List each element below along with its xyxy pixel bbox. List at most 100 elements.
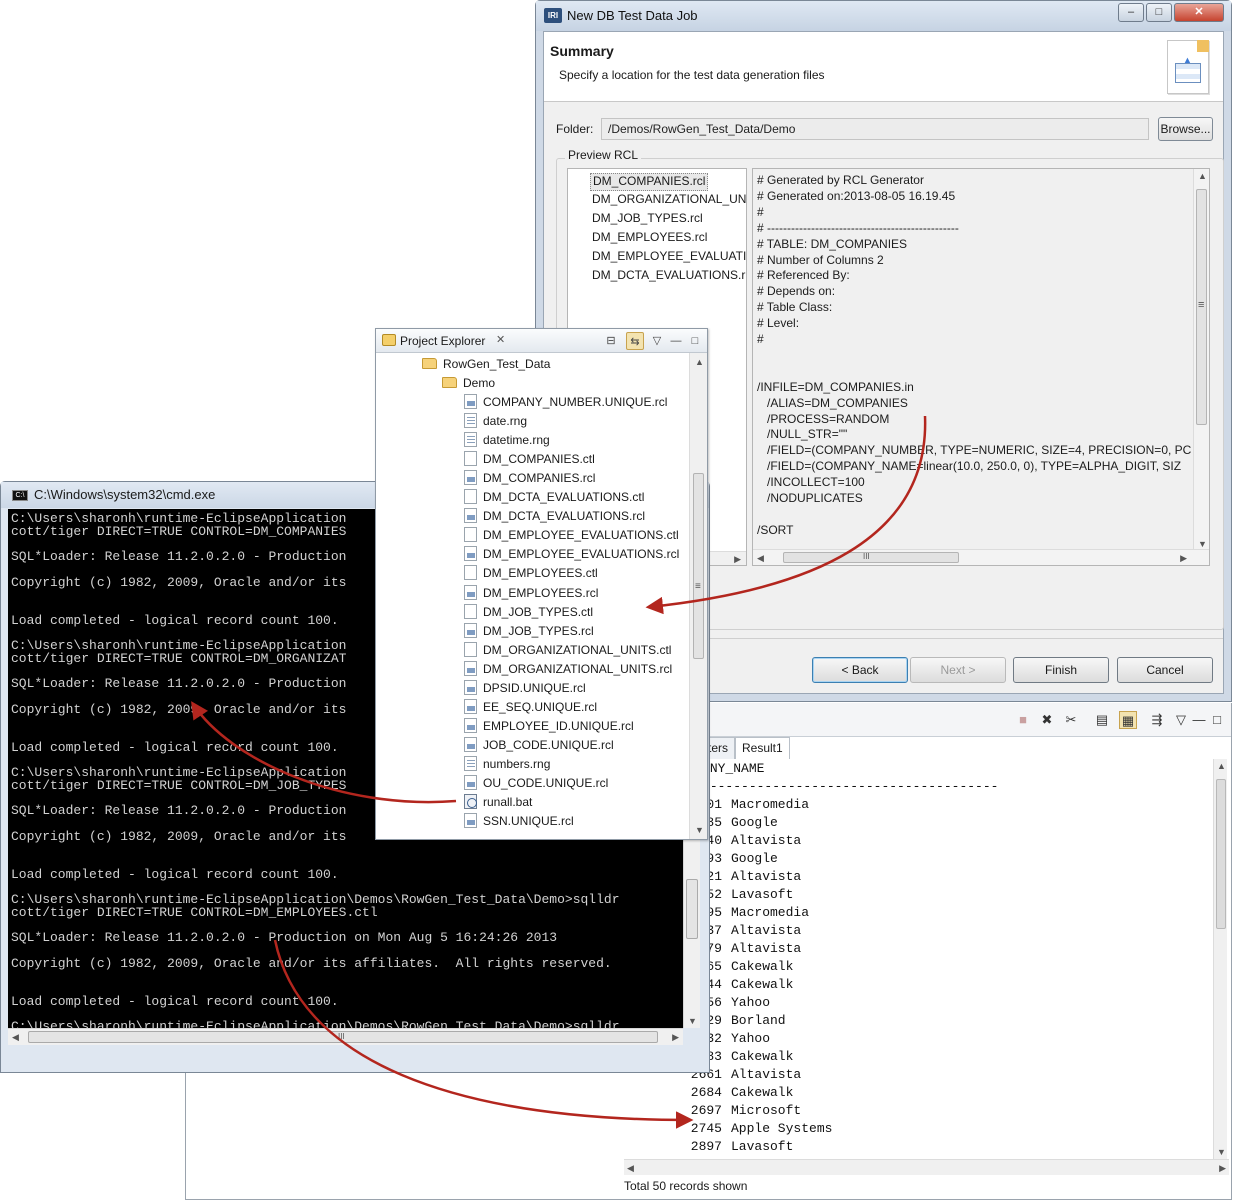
remove-icon[interactable]: ✖ — [1038, 711, 1056, 729]
tree-file-item[interactable]: DM_EMPLOYEES.rcl — [464, 584, 598, 603]
rcl-file-icon — [464, 698, 477, 714]
rcl-file-icon — [464, 508, 477, 524]
console-line: C:\Users\sharonh\runtime-EclipseApplicat… — [11, 1019, 620, 1028]
console-horizontal-scrollbar[interactable]: ◀ III ▶ — [8, 1028, 683, 1045]
rcl-file-icon — [464, 775, 477, 790]
scroll-up-icon[interactable]: ▲ — [1198, 171, 1207, 181]
explorer-header: Project Explorer ✕ ⊟ ⇆ ▽ — □ — [376, 329, 707, 353]
scroll-right-icon[interactable]: ▶ — [672, 1032, 679, 1043]
next-button[interactable]: Next > — [910, 657, 1006, 683]
view-menu-icon[interactable]: ▽ — [648, 332, 666, 350]
close-button[interactable]: ✕ — [1174, 3, 1224, 22]
scroll-up-icon[interactable]: ▲ — [1217, 761, 1226, 771]
collapse-all-icon[interactable]: ⊟ — [602, 332, 620, 350]
scroll-thumb[interactable] — [1216, 779, 1226, 929]
rcl-file-item[interactable]: DM_JOB_TYPES.rcl — [592, 211, 703, 229]
close-view-icon[interactable]: ✕ — [496, 333, 505, 346]
company-name-cell: Macromedia — [731, 797, 810, 812]
stop-icon[interactable]: ■ — [1014, 711, 1032, 729]
tree-file-item[interactable]: DM_EMPLOYEE_EVALUATIONS.ctl — [464, 526, 679, 545]
cancel-button[interactable]: Cancel — [1117, 657, 1213, 683]
rcl-vertical-scrollbar[interactable]: ▲ ≡ ▼ — [1193, 169, 1209, 551]
tree-file-item[interactable]: DPSID.UNIQUE.rcl — [464, 679, 586, 698]
window-titlebar[interactable]: IRI New DB Test Data Job – □ ✕ — [536, 1, 1231, 31]
explorer-title[interactable]: Project Explorer — [400, 334, 485, 348]
link-with-editor-icon[interactable]: ⇆ — [626, 332, 644, 350]
view-menu-icon[interactable]: ▽ — [1172, 711, 1190, 729]
tree-file-item[interactable]: numbers.rng — [464, 755, 550, 774]
pin-icon[interactable]: ⇶ — [1148, 711, 1166, 729]
tree-file-item[interactable]: runall.bat — [464, 793, 532, 812]
tree-file-label: DM_EMPLOYEES.ctl — [483, 566, 598, 581]
minimize-button[interactable]: – — [1118, 3, 1144, 22]
remove-all-icon[interactable]: ✂ — [1062, 711, 1080, 729]
tree-file-item[interactable]: DM_DCTA_EVALUATIONS.rcl — [464, 507, 645, 526]
scroll-right-icon[interactable]: ▶ — [1219, 1163, 1226, 1174]
tree-file-item[interactable]: SSN.UNIQUE.rcl — [464, 812, 574, 831]
tree-folder-root[interactable]: RowGen_Test_Data — [422, 355, 550, 374]
tree-file-item[interactable]: COMPANY_NUMBER.UNIQUE.rcl — [464, 393, 667, 412]
scroll-thumb[interactable] — [686, 879, 698, 939]
tree-file-item[interactable]: DM_ORGANIZATIONAL_UNITS.rcl — [464, 660, 672, 679]
scroll-right-icon[interactable]: ▶ — [734, 554, 741, 565]
rcl-file-item[interactable]: DM_EMPLOYEE_EVALUATIC — [592, 249, 746, 267]
project-explorer: Project Explorer ✕ ⊟ ⇆ ▽ — □ RowGen_Test… — [375, 328, 708, 840]
tree-file-item[interactable]: DM_COMPANIES.rcl — [464, 469, 595, 488]
tree-file-item[interactable]: DM_EMPLOYEES.ctl — [464, 564, 598, 583]
rcl-line: # --------------------------------------… — [757, 220, 959, 235]
explorer-vertical-scrollbar[interactable]: ▲ ≡ ▼ — [689, 353, 707, 839]
tree-file-item[interactable]: datetime.rng — [464, 431, 550, 450]
tree-file-item[interactable]: EMPLOYEE_ID.UNIQUE.rcl — [464, 717, 634, 736]
tree-file-label: DM_JOB_TYPES.ctl — [483, 604, 594, 619]
grid-view-icon[interactable]: ▤ — [1093, 711, 1111, 729]
rcl-file-item[interactable]: DM_DCTA_EVALUATIONS.r — [592, 268, 745, 286]
console-line: Load completed - logical record count 10… — [11, 993, 339, 1009]
tab-result1[interactable]: Result1 — [735, 737, 790, 759]
scroll-down-icon[interactable]: ▼ — [688, 1016, 697, 1026]
minimize-icon[interactable]: — — [1190, 711, 1208, 729]
company-name-cell: Macromedia — [731, 905, 810, 920]
scroll-right-icon[interactable]: ▶ — [1180, 553, 1187, 564]
tree-file-item[interactable]: DM_COMPANIES.ctl — [464, 450, 595, 469]
maximize-button[interactable]: □ — [1146, 3, 1172, 22]
rcl-file-icon — [464, 736, 477, 752]
tree-file-item[interactable]: DM_ORGANIZATIONAL_UNITS.ctl — [464, 641, 671, 660]
scroll-left-icon[interactable]: ◀ — [12, 1032, 19, 1043]
rcl-horizontal-scrollbar[interactable]: ◀ III ▶ — [753, 549, 1209, 565]
finish-button[interactable]: Finish — [1013, 657, 1109, 683]
results-vertical-scrollbar[interactable]: ▲ ▼ — [1213, 759, 1227, 1159]
tree-file-item[interactable]: DM_EMPLOYEE_EVALUATIONS.rcl — [464, 545, 679, 564]
tree-file-item[interactable]: JOB_CODE.UNIQUE.rcl — [464, 736, 614, 755]
maximize-icon[interactable]: □ — [1208, 711, 1226, 729]
scroll-thumb[interactable] — [783, 552, 959, 563]
minimize-icon[interactable]: — — [667, 332, 685, 350]
scroll-left-icon[interactable]: ◀ — [627, 1163, 634, 1174]
scroll-left-icon[interactable]: ◀ — [757, 553, 764, 564]
scroll-down-icon[interactable]: ▼ — [695, 825, 704, 835]
tree-folder-demo[interactable]: Demo — [442, 374, 495, 393]
browse-button[interactable]: Browse... — [1158, 117, 1213, 141]
rcl-line: # Table Class: — [757, 300, 833, 315]
scroll-up-icon[interactable]: ▲ — [695, 357, 704, 367]
results-horizontal-scrollbar[interactable]: ◀ ▶ — [624, 1159, 1229, 1175]
tree-file-item[interactable]: DM_JOB_TYPES.rcl — [464, 622, 594, 641]
scroll-thumb[interactable] — [693, 473, 704, 659]
tree-file-item[interactable]: DM_JOB_TYPES.ctl — [464, 603, 593, 622]
scroll-down-icon[interactable]: ▼ — [1217, 1147, 1226, 1157]
rcl-file-item[interactable]: DM_ORGANIZATIONAL_UNI — [592, 192, 746, 210]
folder-field[interactable]: /Demos/RowGen_Test_Data/Demo — [601, 118, 1149, 140]
tree-file-item[interactable]: OU_CODE.UNIQUE.rcl — [464, 774, 608, 793]
table-row: 2684 Cakewalk — [624, 1085, 794, 1103]
text-view-icon[interactable]: ▦ — [1119, 711, 1137, 729]
back-button[interactable]: < Back — [812, 657, 908, 683]
rcl-file-item[interactable]: DM_EMPLOYEES.rcl — [592, 230, 707, 248]
tree-file-item[interactable]: EE_SEQ.UNIQUE.rcl — [464, 698, 597, 717]
tree-file-item[interactable]: date.rng — [464, 412, 527, 431]
rcl-file-item[interactable]: DM_COMPANIES.rcl — [590, 173, 709, 191]
rng-file-icon — [464, 432, 477, 448]
maximize-icon[interactable]: □ — [686, 332, 704, 350]
tree-file-item[interactable]: DM_DCTA_EVALUATIONS.ctl — [464, 488, 644, 507]
window-title: New DB Test Data Job — [567, 8, 698, 23]
scroll-down-icon[interactable]: ▼ — [1198, 539, 1207, 549]
tree-file-label: DM_COMPANIES.ctl — [483, 452, 595, 467]
